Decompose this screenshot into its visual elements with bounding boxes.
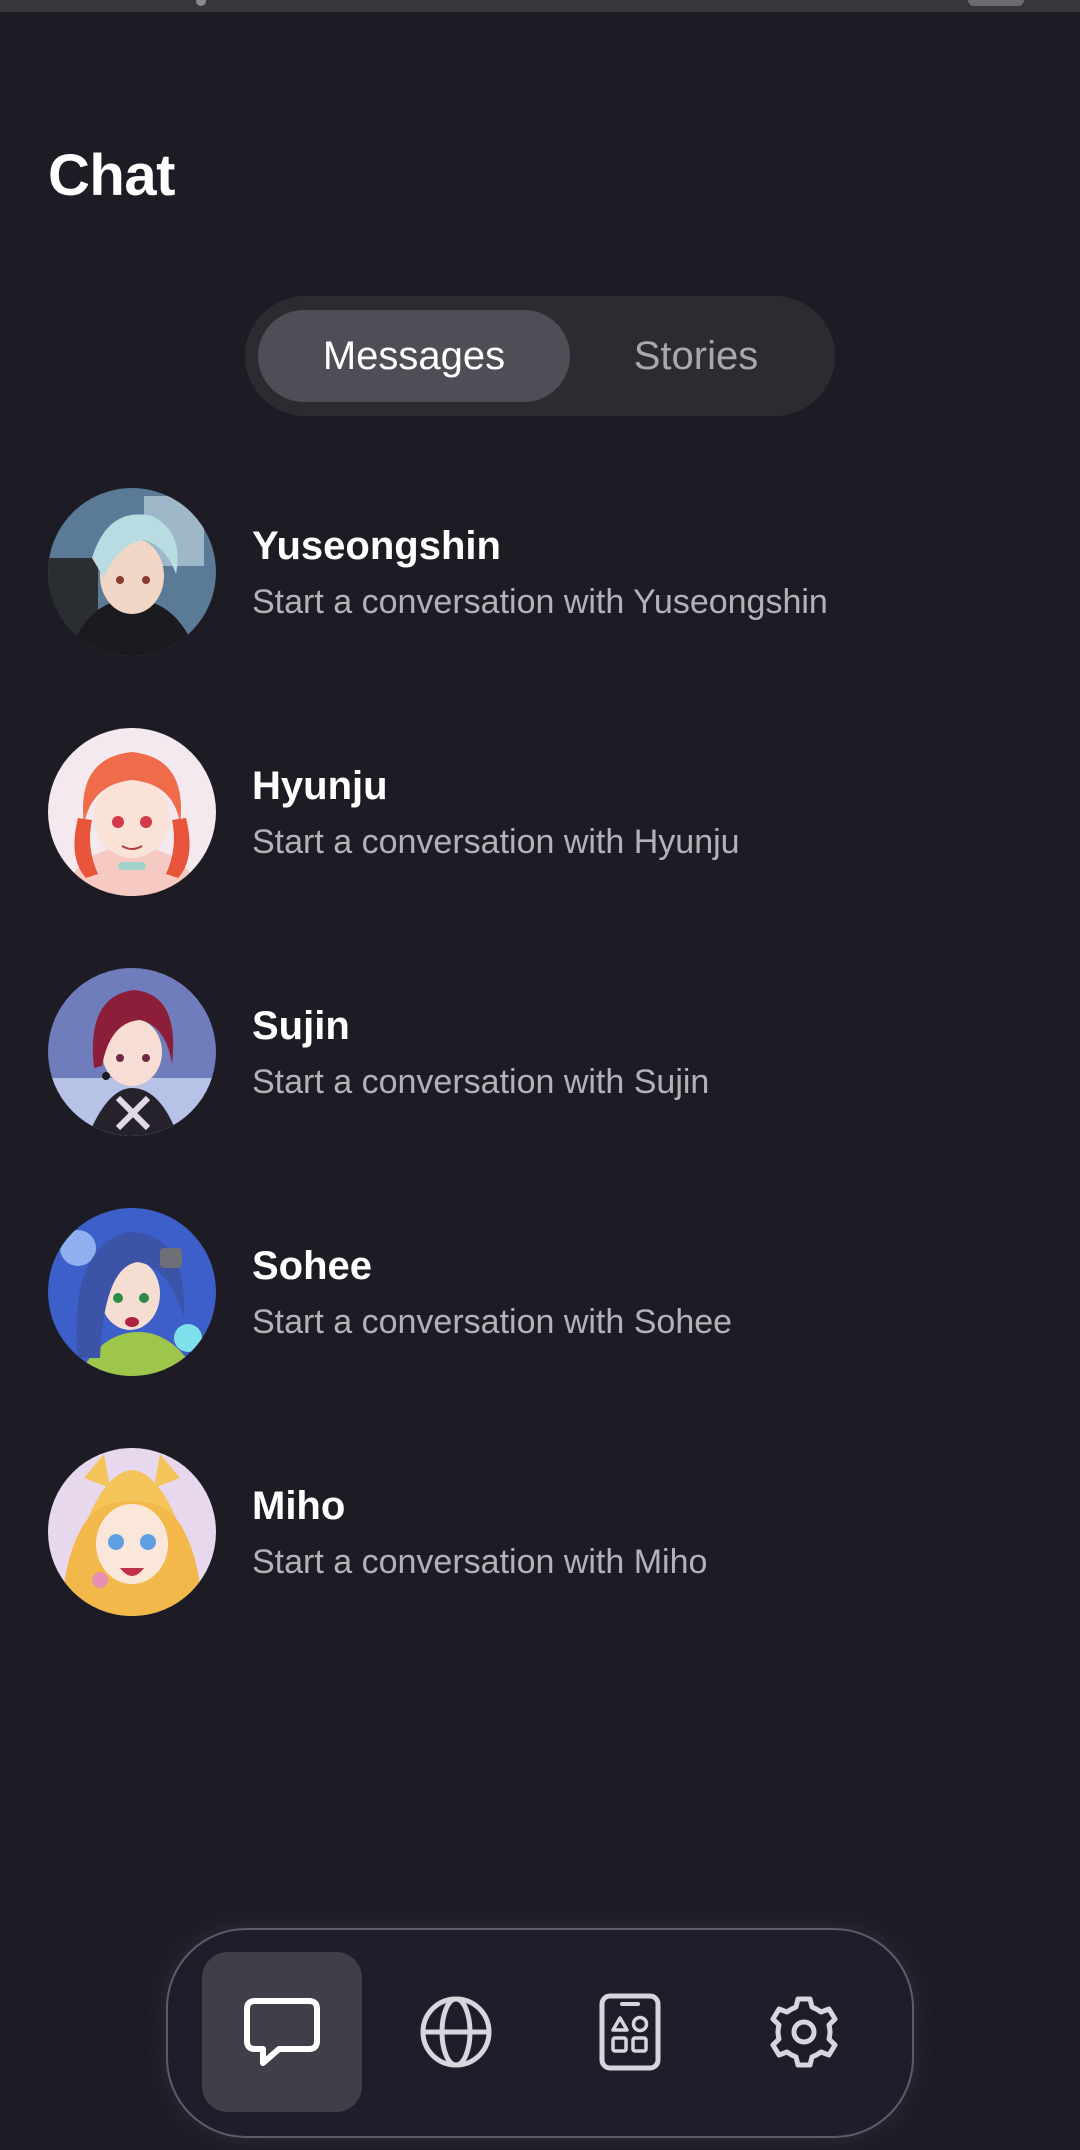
chat-name: Sohee [252,1244,373,1288]
avatar-sohee [48,1208,216,1376]
bottom-navigation [166,1928,914,2138]
chat-item-sujin[interactable]: Sujin Start a conversation with Sujin [48,968,1032,1138]
nav-apps-button[interactable] [550,1952,710,2112]
status-indicator [196,0,206,6]
status-toggle-indicator [968,0,1024,6]
tablet-shapes-icon [599,1993,661,2071]
segmented-control: Messages Stories [245,296,835,416]
chat-preview: Start a conversation with Miho [252,1543,708,1581]
chat-item-miho[interactable]: Miho Start a conversation with Miho [48,1448,1032,1618]
chat-preview: Start a conversation with Sohee [252,1303,733,1341]
chat-item-hyunju[interactable]: Hyunju Start a conversation with Hyunju [48,728,1032,898]
chat-preview: Start a conversation with Hyunju [252,823,740,861]
page-title: Chat [48,143,175,208]
avatar-hyunju [48,728,216,896]
nav-explore-button[interactable] [376,1952,536,2112]
chat-name: Hyunju [252,764,388,808]
chat-item-yuseongshin[interactable]: Yuseongshin Start a conversation with Yu… [48,488,1032,658]
avatar-miho [48,1448,216,1616]
chat-preview: Start a conversation with Sujin [252,1063,710,1101]
chat-item-sohee[interactable]: Sohee Start a conversation with Sohee [48,1208,1032,1378]
chat-bubble-icon [244,1998,320,2066]
nav-settings-button[interactable] [724,1952,884,2112]
tab-messages[interactable]: Messages [258,310,570,402]
avatar-sujin [48,968,216,1136]
chat-name: Miho [252,1484,346,1528]
gear-icon [770,1996,838,2068]
status-bar [0,0,1080,12]
chat-name: Sujin [252,1004,350,1048]
nav-chat-button[interactable] [202,1952,362,2112]
chat-name: Yuseongshin [252,524,501,568]
globe-icon [420,1996,492,2068]
tab-stories[interactable]: Stories [570,310,822,402]
avatar-yuseongshin [48,488,216,656]
chat-preview: Start a conversation with Yuseongshin [252,583,828,621]
